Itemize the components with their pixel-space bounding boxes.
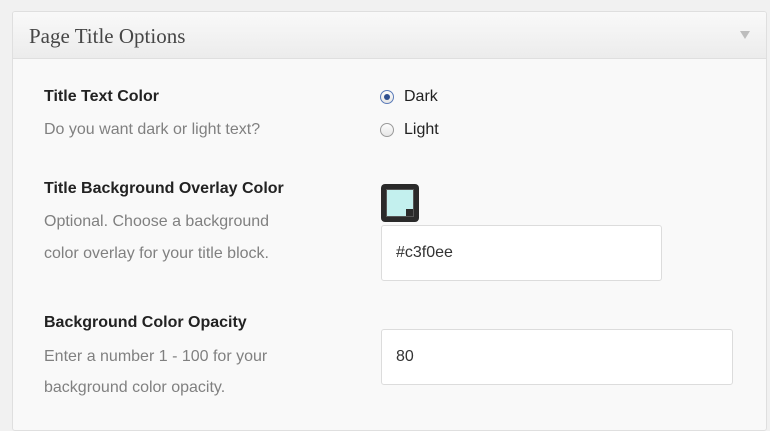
overlay-color-description-line2: color overlay for your title block. [44, 245, 269, 262]
radio-option-dark[interactable]: Dark [380, 86, 438, 108]
overlay-color-label: Title Background Overlay Color [44, 180, 284, 197]
opacity-description-line2: background color opacity. [44, 379, 226, 396]
opacity-input[interactable] [381, 329, 733, 385]
panel-header[interactable]: Page Title Options [13, 12, 766, 59]
dark-radio-button[interactable] [380, 90, 394, 104]
dark-radio-label: Dark [404, 88, 438, 105]
color-picker-swatch[interactable] [381, 184, 419, 222]
page-title-options-panel: Page Title Options Title Text Color Do y… [12, 11, 767, 431]
light-radio-label: Light [404, 121, 439, 138]
overlay-color-hex-input[interactable] [381, 225, 662, 281]
radio-option-light[interactable]: Light [380, 119, 439, 141]
title-text-color-label: Title Text Color [44, 88, 159, 105]
color-picker-handle-icon [406, 209, 413, 216]
triangle-down-icon[interactable] [740, 31, 750, 39]
light-radio-button[interactable] [380, 123, 394, 137]
overlay-color-description-line1: Optional. Choose a background [44, 213, 270, 230]
opacity-label: Background Color Opacity [44, 314, 247, 331]
panel-title: Page Title Options [29, 24, 186, 48]
title-text-color-description: Do you want dark or light text? [44, 121, 261, 138]
opacity-description-line1: Enter a number 1 - 100 for your [44, 348, 268, 365]
color-swatch-preview [386, 189, 414, 217]
